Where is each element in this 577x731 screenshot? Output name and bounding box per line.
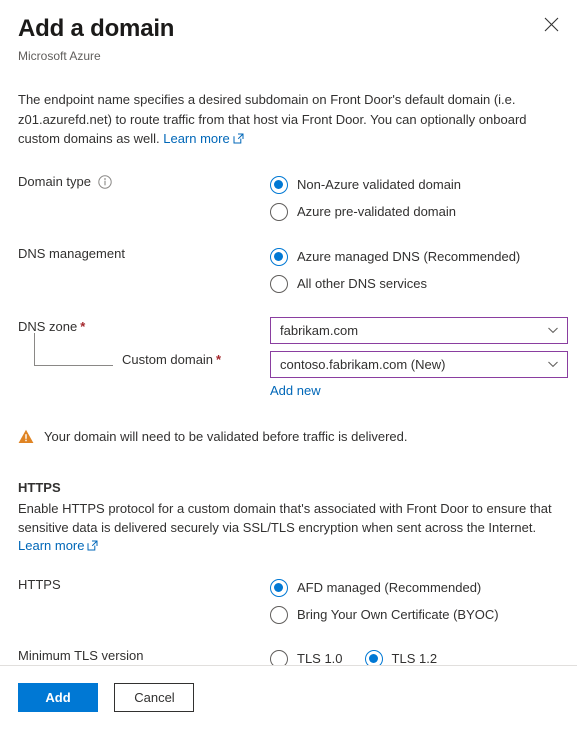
radio-label: All other DNS services (297, 275, 428, 291)
dns-management-label-wrap: DNS management (18, 244, 270, 263)
chevron-down-icon (547, 324, 559, 336)
dialog-header: Add a domain Microsoft Azure (0, 0, 577, 64)
external-link-icon (233, 130, 244, 150)
radio-label: TLS 1.2 (391, 650, 438, 666)
tls-version-row: Minimum TLS version TLS 1.0 TLS 1.2 (18, 646, 559, 666)
add-button[interactable]: Add (18, 683, 98, 712)
external-link-icon (87, 539, 98, 554)
https-section-heading: HTTPS (18, 479, 61, 495)
tls-version-options: TLS 1.0 TLS 1.2 (270, 646, 559, 666)
radio-label: Non-Azure validated domain (297, 176, 462, 192)
custom-domain-row: Custom domain * contoso.fabrikam.com (Ne… (18, 332, 568, 400)
domain-type-row: Domain type Non-Azure validated domain A… (18, 172, 559, 225)
radio-mark (270, 605, 288, 624)
domain-type-label-wrap: Domain type (18, 172, 270, 191)
dns-zone-label: DNS zone (18, 318, 78, 334)
dns-management-options: Azure managed DNS (Recommended) All othe… (270, 244, 559, 297)
radio-all-other-dns-services[interactable]: All other DNS services (270, 271, 559, 297)
radio-mark (270, 247, 288, 266)
radio-mark (270, 175, 288, 194)
dns-zone-required-marker: * (80, 318, 86, 334)
radio-mark (270, 649, 288, 665)
radio-azure-managed-dns[interactable]: Azure managed DNS (Recommended) (270, 244, 559, 270)
dialog-body: The endpoint name specifies a desired su… (0, 64, 577, 665)
close-icon (544, 17, 559, 32)
radio-mark (270, 274, 288, 293)
dns-zone-label-wrap: DNS zone * (18, 317, 270, 336)
add-domain-dialog: Add a domain Microsoft Azure The endpoin… (0, 0, 577, 731)
radio-mark (364, 649, 383, 665)
page-subtitle: Microsoft Azure (18, 49, 101, 63)
tls-version-label: Minimum TLS version (18, 647, 144, 663)
intro-paragraph: The endpoint name specifies a desired su… (18, 90, 559, 150)
https-learn-more-line: Learn more (18, 538, 559, 554)
dialog-footer: Add Cancel (0, 665, 577, 731)
close-button[interactable] (537, 10, 565, 38)
domain-type-label: Domain type (18, 173, 91, 189)
custom-domain-value: contoso.fabrikam.com (New) (280, 356, 446, 372)
custom-domain-field: contoso.fabrikam.com (New) Add new (270, 350, 568, 400)
warning-text: Your domain will need to be validated be… (44, 428, 408, 444)
validation-warning: Your domain will need to be validated be… (18, 428, 559, 449)
warning-triangle-icon (18, 429, 34, 449)
tls-version-label-wrap: Minimum TLS version (18, 646, 270, 665)
custom-domain-label-wrap: Custom domain * (18, 332, 270, 369)
dns-zone-field: fabrikam.com (270, 316, 568, 344)
info-icon[interactable] (98, 174, 112, 189)
intro-text: The endpoint name specifies a desired su… (18, 92, 527, 146)
cancel-button[interactable]: Cancel (114, 683, 195, 712)
https-learn-more-link[interactable]: Learn more (18, 538, 84, 553)
radio-label: Bring Your Own Certificate (BYOC) (297, 606, 499, 622)
radio-label: Azure managed DNS (Recommended) (297, 248, 521, 264)
https-row: HTTPS AFD managed (Recommended) Bring Yo… (18, 575, 559, 628)
https-options: AFD managed (Recommended) Bring Your Own… (270, 575, 559, 628)
custom-domain-select[interactable]: contoso.fabrikam.com (New) (270, 350, 568, 378)
intro-learn-more-link[interactable]: Learn more (163, 131, 229, 146)
radio-label: TLS 1.0 (297, 650, 343, 666)
domain-type-options: Non-Azure validated domain Azure pre-val… (270, 172, 559, 225)
radio-azure-pre-validated-domain[interactable]: Azure pre-validated domain (270, 199, 559, 225)
https-label-wrap: HTTPS (18, 575, 270, 594)
chevron-down-icon (547, 358, 559, 370)
add-new-link[interactable]: Add new (270, 383, 321, 398)
custom-domain-label: Custom domain (122, 351, 214, 367)
radio-afd-managed[interactable]: AFD managed (Recommended) (270, 575, 559, 601)
page-title: Add a domain (18, 15, 175, 42)
radio-non-azure-validated-domain[interactable]: Non-Azure validated domain (270, 172, 559, 198)
dns-zone-select[interactable]: fabrikam.com (270, 316, 568, 344)
custom-domain-required-marker: * (216, 351, 222, 367)
custom-domain-label-inner: Custom domain * (122, 351, 221, 369)
dns-management-row: DNS management Azure managed DNS (Recomm… (18, 244, 559, 297)
radio-label: Azure pre-validated domain (297, 203, 456, 219)
radio-mark (270, 202, 288, 221)
radio-tls-1-2[interactable]: TLS 1.2 (364, 646, 438, 666)
radio-mark (270, 578, 288, 597)
radio-tls-1-0[interactable]: TLS 1.0 (270, 646, 343, 666)
dns-management-label: DNS management (18, 245, 125, 261)
dns-zone-row: DNS zone * fabrikam.com (18, 316, 568, 344)
radio-bring-your-own-certificate[interactable]: Bring Your Own Certificate (BYOC) (270, 602, 559, 628)
dns-zone-value: fabrikam.com (280, 322, 359, 338)
radio-label: AFD managed (Recommended) (297, 579, 482, 595)
https-label: HTTPS (18, 576, 61, 592)
https-section-description: Enable HTTPS protocol for a custom domai… (18, 500, 552, 535)
